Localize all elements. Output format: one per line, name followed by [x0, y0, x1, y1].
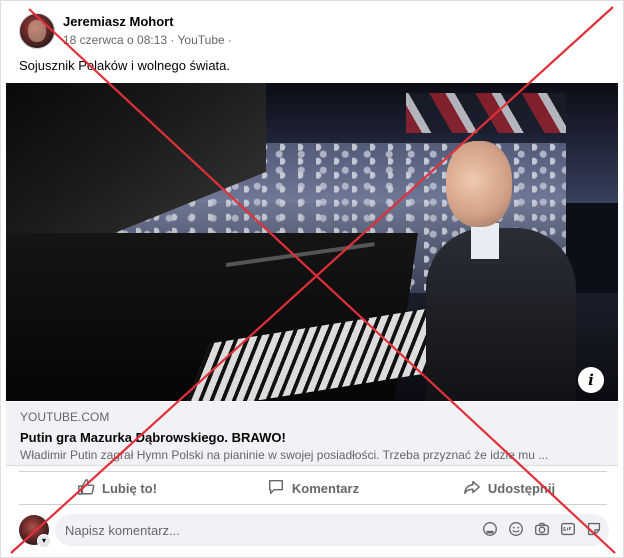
gif-icon[interactable]: [559, 520, 577, 538]
video-thumbnail[interactable]: i: [6, 83, 618, 401]
meta-separator: ·: [170, 33, 175, 47]
sticker-icon[interactable]: [585, 520, 603, 538]
emoji-icon[interactable]: [507, 520, 525, 538]
share-arrow-icon: [463, 478, 481, 499]
post-text: Sojusznik Polaków i wolnego świata.: [19, 58, 230, 73]
post-card: Jeremiasz Mohort 18 czerwca o 08:13 · Yo…: [0, 0, 624, 558]
post-header: Jeremiasz Mohort 18 czerwca o 08:13 · Yo…: [19, 13, 609, 53]
share-label: Udostępnij: [487, 480, 556, 496]
comment-composer: ▾: [19, 514, 609, 548]
speech-bubble-icon: [267, 478, 285, 499]
comment-tools: [481, 520, 603, 538]
author-name[interactable]: Jeremiasz Mohort: [63, 14, 174, 29]
link-title[interactable]: Putin gra Mazurka Dąbrowskiego. BRAWO!: [20, 430, 286, 445]
post-source: YouTube: [177, 33, 225, 47]
post-meta: 18 czerwca o 08:13 · YouTube ·: [63, 33, 232, 47]
post-actions: Lubię to! Komentarz Udostępnij: [19, 471, 607, 505]
like-label: Lubię to!: [102, 480, 157, 496]
comment-label: Komentarz: [291, 480, 360, 496]
thumbs-up-icon: [77, 478, 95, 499]
post-date[interactable]: 18 czerwca o 08:13: [63, 33, 167, 47]
link-preview[interactable]: YOUTUBE.COM Putin gra Mazurka Dąbrowskie…: [6, 402, 618, 466]
meta-separator-2: ·: [228, 33, 233, 47]
chevron-down-icon[interactable]: ▾: [37, 534, 51, 548]
comment-button[interactable]: Komentarz: [215, 472, 411, 504]
link-domain: YOUTUBE.COM: [20, 410, 110, 424]
avatar-sticker-icon[interactable]: [481, 520, 499, 538]
share-button[interactable]: Udostępnij: [411, 472, 607, 504]
author-avatar[interactable]: [19, 13, 55, 49]
like-button[interactable]: Lubię to!: [19, 472, 215, 504]
camera-icon[interactable]: [533, 520, 551, 538]
link-description: Władimir Putin zagrał Hymn Polski na pia…: [20, 448, 549, 462]
info-icon[interactable]: i: [578, 367, 604, 393]
